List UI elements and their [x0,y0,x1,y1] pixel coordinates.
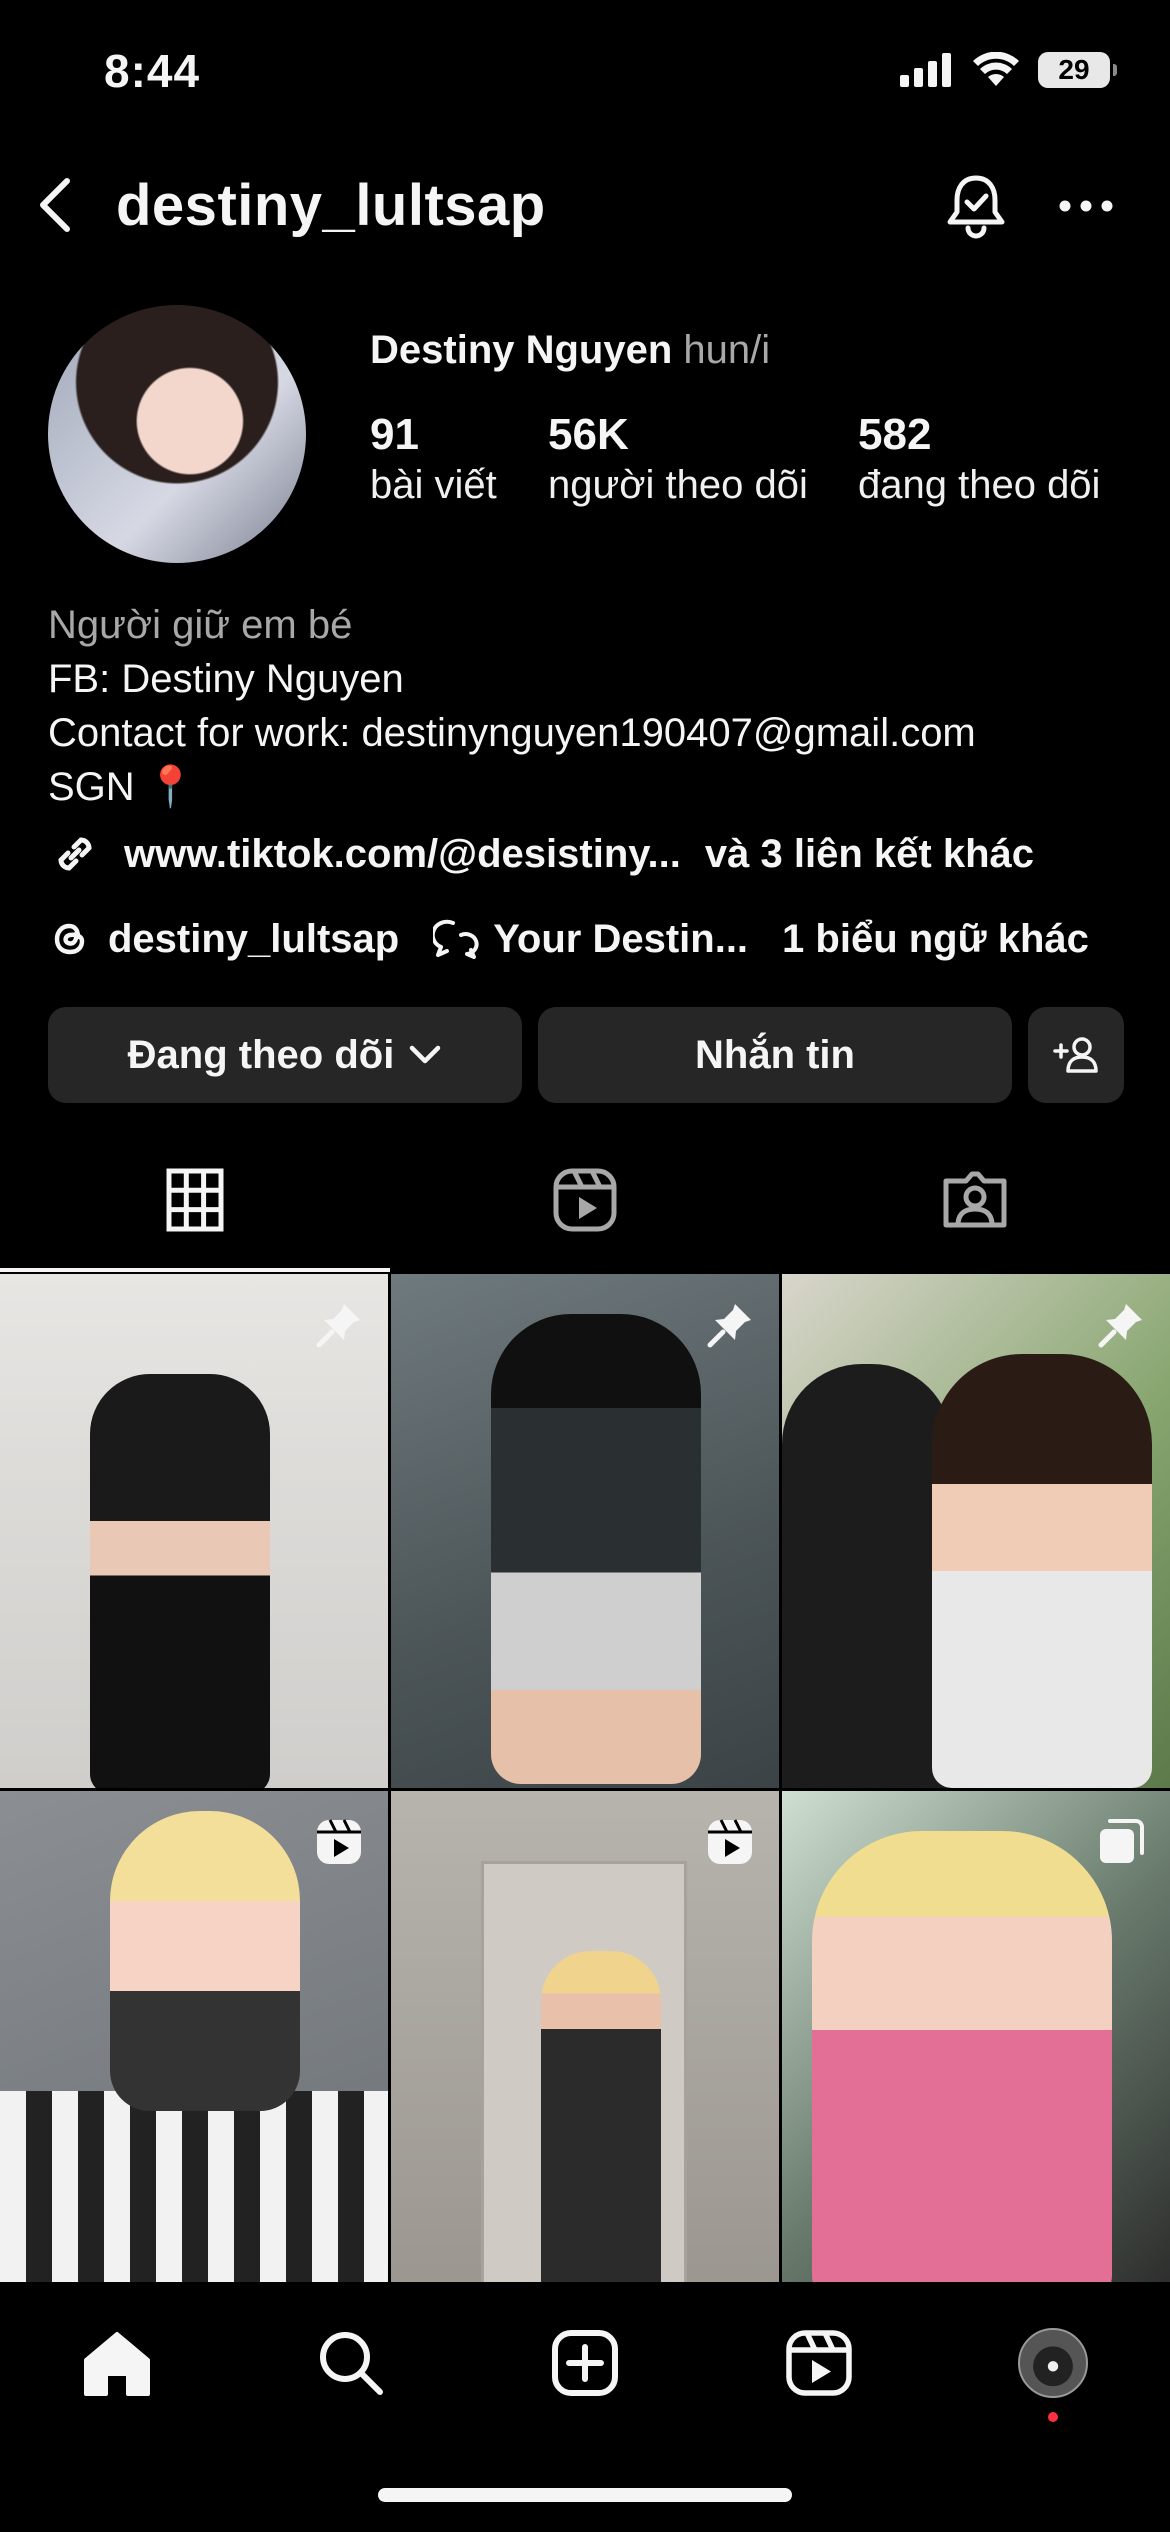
stat-value: 91 [370,410,419,459]
carousel-icon [1094,1815,1148,1869]
tab-tagged[interactable] [780,1128,1170,1272]
profile-avatar[interactable] [48,305,306,563]
bio-line: SGN 📍 [48,765,196,809]
display-name: Destiny Nguyen hun/i [370,328,770,373]
reels-icon [553,1168,617,1232]
stat-label: đang theo dõi [858,463,1101,507]
posts-count[interactable]: 91 bài viết [370,410,548,510]
bio-line: FB: Destiny Nguyen [48,657,404,701]
broadcast-channel[interactable]: Your Destin... [433,916,748,962]
threads-badge[interactable]: destiny_lultsap [48,916,399,962]
home-indicator[interactable] [378,2488,792,2502]
tagged-person-icon [943,1171,1007,1228]
suggested-users-button[interactable] [1028,1007,1124,1103]
post-thumbnail[interactable] [782,1791,1170,2305]
battery-icon: 29 [1038,52,1117,88]
link-url[interactable]: www.tiktok.com/@desistiny... [124,832,681,877]
wifi-icon [973,52,1019,86]
profile-tabs [0,1128,1170,1272]
reel-badge-icon [312,1815,366,1869]
profile-bio: Người giữ em bé FB: Destiny Nguyen Conta… [48,598,976,814]
stat-label: người theo dõi [548,463,808,507]
nav-reels[interactable] [774,2318,864,2408]
message-label: Nhắn tin [695,1032,855,1077]
stat-value: 56K [548,410,629,459]
tab-reels[interactable] [390,1128,780,1272]
back-button[interactable] [20,170,90,240]
create-post-icon [552,2330,618,2396]
nav-home[interactable] [72,2318,162,2408]
nav-profile[interactable] [1008,2318,1098,2422]
more-channels[interactable]: 1 biểu ngữ khác [782,917,1089,962]
stat-value: 582 [858,410,932,459]
search-icon [320,2332,383,2395]
home-icon [84,2332,150,2396]
stat-label: bài viết [370,463,497,507]
pinned-icon [703,1298,757,1352]
posts-grid [0,1274,1170,2305]
cellular-signal-icon [900,53,951,87]
bio-category: Người giữ em bé [48,603,353,647]
pronouns: hun/i [683,328,771,372]
bottom-navigation [0,2282,1170,2432]
header-username: destiny_lultsap [116,173,546,238]
tab-posts-grid[interactable] [0,1128,390,1272]
following-button[interactable]: Đang theo dõi [48,1007,522,1103]
status-time: 8:44 [104,45,201,97]
followers-count[interactable]: 56K người theo dõi [548,410,858,510]
battery-level: 29 [1058,54,1090,85]
link-icon [48,826,104,882]
reel-badge-icon [703,1815,757,1869]
post-thumbnail[interactable] [782,1274,1170,1788]
profile-avatar-icon [1018,2328,1088,2398]
bell-check-icon [947,175,1005,239]
reels-icon [786,2330,852,2396]
post-thumbnail[interactable] [0,1791,388,2305]
profile-actions: Đang theo dõi Nhắn tin [48,1007,1124,1103]
channel-chat-icon [433,916,479,962]
bio-line: Contact for work: destinynguyen190407@gm… [48,711,976,755]
status-indicators: 29 [900,52,1117,88]
threads-row: destiny_lultsap Your Destin... 1 biểu ng… [48,916,1089,962]
message-button[interactable]: Nhắn tin [538,1007,1012,1103]
post-thumbnail[interactable] [391,1791,779,2305]
profile-stats: 91 bài viết 56K người theo dõi 582 đang … [370,410,1140,510]
chevron-down-icon [410,1045,441,1064]
threads-icon [48,916,94,962]
nav-create[interactable] [540,2318,630,2408]
notifications-button[interactable] [940,166,1012,246]
profile-header: destiny_lultsap [0,160,1170,250]
pinned-icon [312,1298,366,1352]
more-horizontal-icon [1059,200,1113,212]
post-thumbnail[interactable] [0,1274,388,1788]
grid-icon [166,1168,224,1232]
following-count[interactable]: 582 đang theo dõi [858,410,1100,510]
post-thumbnail[interactable] [391,1274,779,1788]
add-person-icon [1053,1037,1098,1073]
channel-name: Your Destin... [493,916,749,961]
pinned-icon [1094,1298,1148,1352]
chevron-left-icon [40,178,70,232]
status-bar: 8:44 29 [0,0,1170,150]
more-options-button[interactable] [1050,166,1122,246]
more-links[interactable]: và 3 liên kết khác [705,832,1034,877]
display-name-text: Destiny Nguyen [370,328,673,372]
threads-handle: destiny_lultsap [108,916,400,961]
following-label: Đang theo dõi [127,1032,395,1077]
nav-search[interactable] [306,2318,396,2408]
profile-links[interactable]: www.tiktok.com/@desistiny... và 3 liên k… [48,826,1034,882]
notification-dot [1048,2412,1058,2422]
